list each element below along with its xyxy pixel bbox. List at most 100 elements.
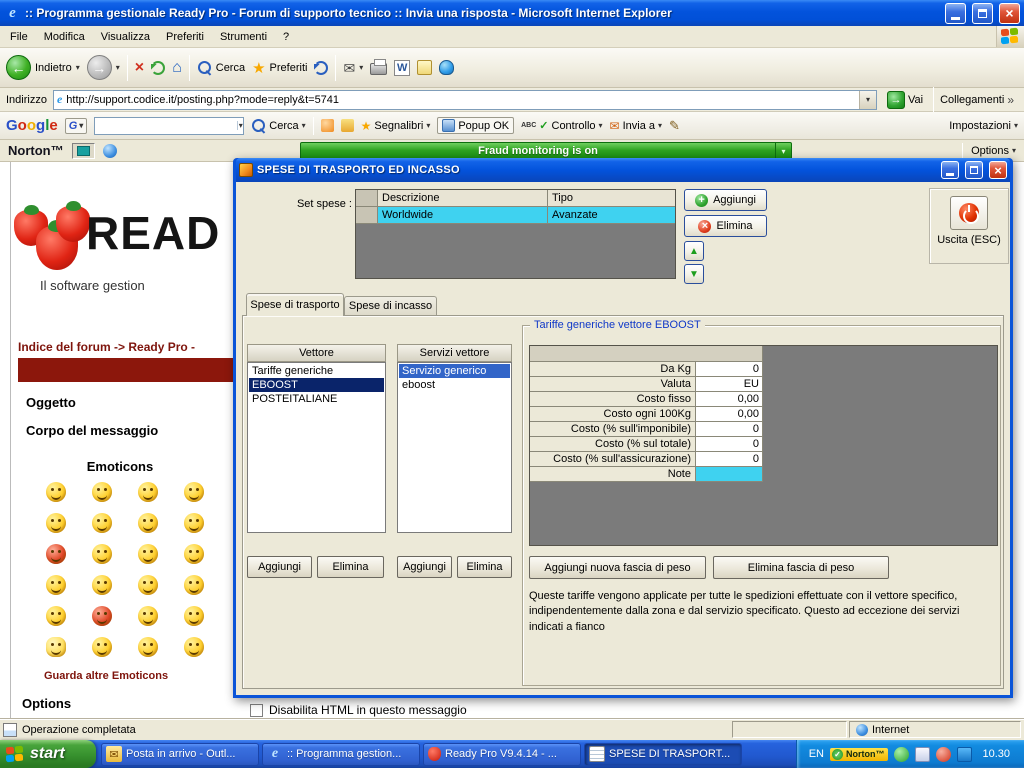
vettore-item-selected[interactable]: EBOOST — [249, 378, 384, 392]
vettore-item[interactable]: Tariffe generiche — [249, 364, 384, 378]
emoticon[interactable] — [92, 482, 112, 502]
exit-button[interactable] — [950, 196, 988, 230]
tariffe-value[interactable]: 0 — [696, 437, 763, 452]
tariffe-value[interactable]: EU — [696, 377, 763, 392]
norton-tray-badge[interactable]: ✓ Norton™ — [829, 747, 889, 761]
google-search-input[interactable] — [95, 118, 238, 133]
notes-button[interactable] — [417, 60, 433, 75]
task-spese-dialog[interactable]: SPESE DI TRASPORT... — [584, 742, 742, 766]
emoticon[interactable] — [184, 544, 204, 564]
emoticon[interactable] — [184, 637, 204, 657]
tariffe-value[interactable]: 0,00 — [696, 392, 763, 407]
delete-set-button[interactable]: × Elimina — [684, 215, 767, 237]
highlighter-icon[interactable] — [340, 119, 354, 132]
pencil-icon[interactable]: ✎ — [669, 118, 680, 134]
add-weight-band-button[interactable]: Aggiungi nuova fascia di peso — [529, 556, 706, 579]
emoticon[interactable] — [184, 482, 204, 502]
norton-brand[interactable]: Norton™ — [8, 143, 64, 158]
send-to-button[interactable]: ✉ Invia a ▾ — [610, 119, 663, 133]
emoticon[interactable] — [184, 606, 204, 626]
servizi-list[interactable]: Servizio generico eboost — [397, 362, 512, 533]
forward-dropdown-icon[interactable]: ▾ — [116, 63, 120, 72]
search-button[interactable]: Cerca — [197, 60, 245, 75]
servizi-item-selected[interactable]: Servizio generico — [399, 364, 510, 378]
address-input[interactable] — [66, 91, 856, 108]
stop-button[interactable]: × — [135, 59, 144, 76]
globe-icon[interactable] — [102, 143, 117, 158]
emoticon[interactable] — [92, 637, 112, 657]
emoticon[interactable] — [92, 513, 112, 533]
tariffe-value[interactable]: 0 — [696, 422, 763, 437]
pagerank-icon[interactable] — [320, 119, 334, 132]
emoticon[interactable] — [46, 513, 66, 533]
spellcheck-button[interactable]: ABC ✓ Controllo ▾ — [521, 119, 602, 133]
google-search-box[interactable]: ▾ — [94, 116, 245, 135]
menu-file[interactable]: File — [2, 28, 36, 46]
tariffe-value[interactable]: 0,00 — [696, 407, 763, 422]
emoticon[interactable] — [46, 575, 66, 595]
dialog-titlebar[interactable]: SPESE DI TRASPORTO ED INCASSO × — [236, 158, 1010, 182]
emoticon[interactable] — [46, 482, 66, 502]
tab-spese-incasso[interactable]: Spese di incasso — [344, 296, 437, 315]
more-emoticons-link[interactable]: Guarda altre Emoticons — [44, 670, 168, 682]
emoticon[interactable] — [46, 606, 66, 626]
keyboard-tray-icon[interactable] — [915, 746, 931, 762]
language-indicator[interactable]: EN — [809, 748, 824, 760]
back-dropdown-icon[interactable]: ▾ — [76, 63, 80, 72]
tab-spese-trasporto[interactable]: Spese di trasporto — [246, 293, 344, 316]
disable-html-checkbox[interactable] — [250, 703, 263, 717]
menu-preferiti[interactable]: Preferiti — [158, 28, 212, 46]
move-up-button[interactable]: ▲ — [684, 241, 704, 261]
word-edit-button[interactable]: W — [394, 59, 411, 76]
servizi-delete-button[interactable]: Elimina — [457, 556, 512, 578]
home-button[interactable]: ⌂ — [172, 59, 182, 76]
history-button[interactable] — [314, 60, 329, 75]
add-set-button[interactable]: + Aggiungi — [684, 189, 767, 211]
bookmarks-button[interactable]: ★ Segnalibri ▾ — [361, 119, 431, 133]
forward-button[interactable]: → ▾ — [86, 55, 120, 80]
back-button[interactable]: ← Indietro ▾ — [6, 55, 80, 80]
dialog-close-button[interactable]: × — [989, 161, 1007, 179]
emoticon[interactable] — [46, 544, 66, 564]
norton-options-button[interactable]: Options ▾ — [971, 145, 1016, 157]
minimize-button[interactable] — [945, 2, 966, 24]
emoticon[interactable] — [46, 637, 66, 657]
go-button[interactable]: → Vai — [883, 90, 927, 110]
breadcrumb[interactable]: Indice del forum -> Ready Pro - — [18, 340, 195, 354]
fraud-dropdown-icon[interactable]: ▾ — [775, 143, 791, 159]
set-spese-row[interactable]: Worldwide Avanzate — [356, 207, 675, 224]
menu-help[interactable]: ? — [275, 28, 297, 46]
print-button[interactable] — [370, 59, 388, 75]
vettore-item[interactable]: POSTEITALIANE — [249, 392, 384, 406]
servizi-item[interactable]: eboost — [399, 378, 510, 392]
mail-button[interactable]: ✉ ▾ — [343, 60, 363, 76]
favorites-button[interactable]: ★ Preferiti — [252, 59, 307, 77]
alert-tray-icon[interactable] — [936, 746, 952, 762]
tariffe-value[interactable]: 0 — [696, 362, 763, 377]
address-dropdown[interactable]: ▾ — [859, 90, 877, 109]
task-outlook[interactable]: ✉ Posta in arrivo - Outl... — [101, 742, 259, 766]
vettore-delete-button[interactable]: Elimina — [317, 556, 384, 578]
emoticon[interactable] — [184, 575, 204, 595]
dialog-maximize-button[interactable] — [965, 161, 983, 179]
emoticon[interactable] — [92, 606, 112, 626]
menu-strumenti[interactable]: Strumenti — [212, 28, 275, 46]
cell-descrizione[interactable]: Worldwide — [378, 207, 548, 224]
servizi-add-button[interactable]: Aggiungi — [397, 556, 452, 578]
emoticon[interactable] — [138, 606, 158, 626]
emoticon[interactable] — [138, 637, 158, 657]
emoticon[interactable] — [92, 544, 112, 564]
google-search-dropdown[interactable]: ▾ — [237, 121, 243, 130]
display-tray-icon[interactable] — [957, 746, 973, 762]
task-readypro[interactable]: Ready Pro V9.4.14 - ... — [423, 742, 581, 766]
note-cell[interactable] — [696, 467, 763, 482]
vettore-add-button[interactable]: Aggiungi — [247, 556, 312, 578]
tariffe-value[interactable]: 0 — [696, 452, 763, 467]
address-input-box[interactable]: e ▾ — [52, 89, 878, 110]
start-button[interactable]: start — [0, 740, 96, 768]
google-settings-button[interactable]: Impostazioni ▾ — [949, 120, 1018, 132]
menu-modifica[interactable]: Modifica — [36, 28, 93, 46]
cell-tipo[interactable]: Avanzate — [548, 207, 675, 224]
dialog-minimize-button[interactable] — [941, 161, 959, 179]
norton-monitor-button[interactable] — [71, 142, 95, 159]
